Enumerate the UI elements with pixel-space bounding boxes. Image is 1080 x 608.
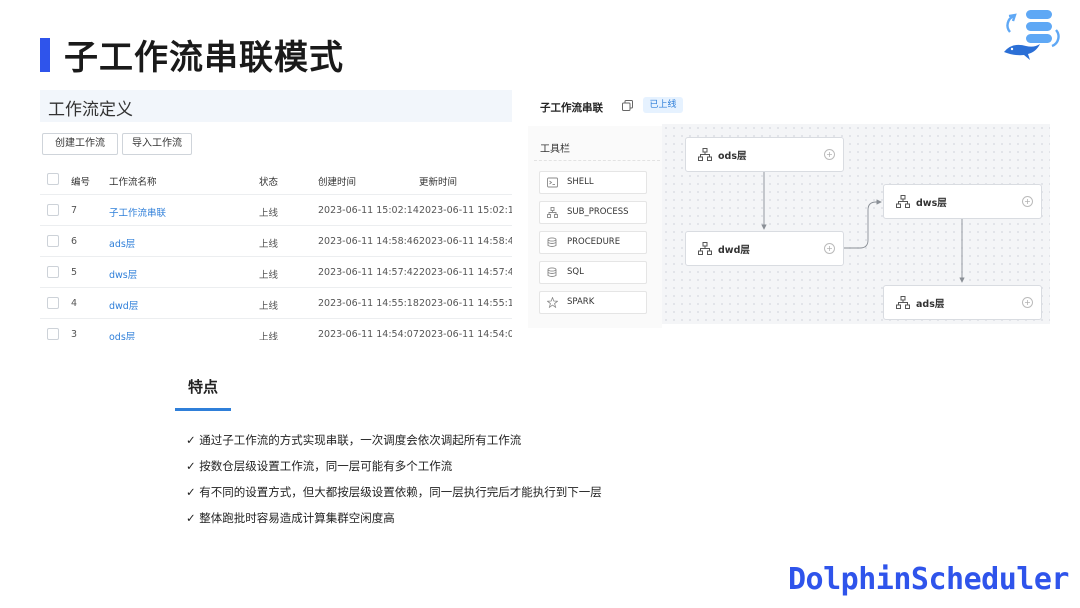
cell-create-time: 2023-06-11 14:54:07 xyxy=(318,329,419,340)
cell-create-time: 2023-06-11 14:58:46 xyxy=(318,236,419,247)
feature-item: ✓ 通过子工作流的方式实现串联，一次调度会依次调起所有工作流 xyxy=(186,433,522,447)
workflow-name-link[interactable]: ods层 xyxy=(109,329,135,340)
node-label: dws层 xyxy=(916,198,947,209)
col-header-create-time: 创建时间 xyxy=(318,177,357,188)
workflow-name-link[interactable]: dwd层 xyxy=(109,298,138,312)
import-workflow-button[interactable]: 导入工作流 xyxy=(122,133,192,155)
add-node-icon[interactable]: + xyxy=(1022,297,1033,308)
cell-id: 7 xyxy=(71,205,78,216)
cell-state: 上线 xyxy=(259,332,279,340)
col-header-update-time: 更新时间 xyxy=(419,177,458,188)
dag-node-ods[interactable]: ods层 + xyxy=(685,137,844,172)
cell-id: 5 xyxy=(71,267,78,278)
add-node-icon[interactable]: + xyxy=(824,149,835,160)
dag-title: 子工作流串联 xyxy=(540,102,603,114)
sub-process-icon xyxy=(698,148,712,161)
status-badge: 已上线 xyxy=(643,97,683,113)
workflow-name-link[interactable]: ads层 xyxy=(109,236,135,250)
toolbar-item-sub-process[interactable]: SUB_PROCESS xyxy=(539,201,647,224)
features-title-underline xyxy=(175,408,231,411)
add-node-icon[interactable]: + xyxy=(1022,196,1033,207)
node-label: dwd层 xyxy=(718,245,750,256)
feature-item: ✓ 整体跑批时容易造成计算集群空闲度高 xyxy=(186,511,395,525)
toolbar-item-label: SPARK xyxy=(567,297,595,307)
cell-state: 上线 xyxy=(259,270,279,281)
cell-create-time: 2023-06-11 14:57:42 xyxy=(318,267,419,278)
toolbar-item-label: PROCEDURE xyxy=(567,237,621,247)
workflow-panel-title: 工作流定义 xyxy=(48,100,133,120)
sub-process-icon xyxy=(896,195,910,208)
title-accent-bar xyxy=(40,38,50,72)
task-toolbar: 工具栏 SHELL SUB_PROCESS PROCEDURE SQL SPAR… xyxy=(528,126,662,328)
row-checkbox[interactable] xyxy=(47,297,59,309)
row-checkbox[interactable] xyxy=(47,204,59,216)
procedure-icon xyxy=(547,237,557,247)
create-workflow-button[interactable]: 创建工作流 xyxy=(42,133,118,155)
features-title: 特点 xyxy=(188,378,219,396)
dag-canvas[interactable]: ods层 + dwd层 + dws层 + ads层 + xyxy=(662,124,1050,324)
cell-id: 3 xyxy=(71,329,78,340)
sub-process-icon xyxy=(896,296,910,309)
database-icon xyxy=(547,267,557,277)
feature-item: ✓ 有不同的设置方式，但大都按层级设置依赖，同一层执行完后才能执行到下一层 xyxy=(186,485,602,499)
toolbar-item-label: SUB_PROCESS xyxy=(567,207,629,217)
dolphin-logo-icon xyxy=(1004,10,1060,60)
toolbar-item-shell[interactable]: SHELL xyxy=(539,171,647,194)
table-row: 4 dwd层 上线 2023-06-11 14:55:18 2023-06-11… xyxy=(40,287,512,319)
toolbar-item-sql[interactable]: SQL xyxy=(539,261,647,284)
toolbar-item-label: SQL xyxy=(567,267,584,277)
toolbar-divider xyxy=(534,160,660,161)
slide-title: 子工作流串联模式 xyxy=(64,38,344,78)
cell-update-time: 2023-06-11 14:57:42 xyxy=(419,267,512,278)
cell-state: 上线 xyxy=(259,301,279,312)
cell-id: 6 xyxy=(71,236,78,247)
toolbar-item-procedure[interactable]: PROCEDURE xyxy=(539,231,647,254)
workflow-panel-header: 工作流定义 xyxy=(40,90,512,122)
sub-workflow-dag-panel: 子工作流串联 已上线 工具栏 SHELL SUB_PROCESS PROCEDU… xyxy=(528,90,1050,328)
row-checkbox[interactable] xyxy=(47,266,59,278)
cell-update-time: 2023-06-11 14:58:46 xyxy=(419,236,512,247)
copy-icon[interactable] xyxy=(622,100,633,111)
node-label: ods层 xyxy=(718,151,747,162)
workflow-name-link[interactable]: dws层 xyxy=(109,267,137,281)
cell-state: 上线 xyxy=(259,208,279,219)
table-row: 3 ods层 上线 2023-06-11 14:54:07 2023-06-11… xyxy=(40,318,512,340)
node-label: ads层 xyxy=(916,299,945,310)
spark-star-icon xyxy=(547,297,558,308)
dag-node-ads[interactable]: ads层 + xyxy=(883,285,1042,320)
row-checkbox[interactable] xyxy=(47,235,59,247)
cell-update-time: 2023-06-11 14:55:18 xyxy=(419,298,512,309)
cell-update-time: 2023-06-11 15:02:14 xyxy=(419,205,512,216)
workflow-name-link[interactable]: 子工作流串联 xyxy=(109,205,166,219)
dag-node-dwd[interactable]: dwd层 + xyxy=(685,231,844,266)
sub-process-icon xyxy=(547,207,558,218)
dag-node-dws[interactable]: dws层 + xyxy=(883,184,1042,219)
toolbar-title: 工具栏 xyxy=(540,144,570,155)
sub-process-icon xyxy=(698,242,712,255)
row-checkbox[interactable] xyxy=(47,328,59,340)
cell-update-time: 2023-06-11 14:54:07 xyxy=(419,329,512,340)
col-header-id: 编号 xyxy=(71,177,91,188)
cell-state: 上线 xyxy=(259,239,279,250)
select-all-checkbox[interactable] xyxy=(47,173,59,185)
table-row: 5 dws层 上线 2023-06-11 14:57:42 2023-06-11… xyxy=(40,256,512,288)
cell-create-time: 2023-06-11 14:55:18 xyxy=(318,298,419,309)
toolbar-item-label: SHELL xyxy=(567,177,594,187)
col-header-name: 工作流名称 xyxy=(109,177,157,188)
col-header-state: 状态 xyxy=(259,177,279,188)
table-row: 7 子工作流串联 上线 2023-06-11 15:02:14 2023-06-… xyxy=(40,194,512,226)
table-header-row: 编号 工作流名称 状态 创建时间 更新时间 xyxy=(40,163,512,195)
table-row: 6 ads层 上线 2023-06-11 14:58:46 2023-06-11… xyxy=(40,225,512,257)
terminal-icon xyxy=(547,177,558,188)
add-node-icon[interactable]: + xyxy=(824,243,835,254)
brand-wordmark: DolphinScheduler xyxy=(788,562,1069,597)
feature-item: ✓ 按数仓层级设置工作流，同一层可能有多个工作流 xyxy=(186,459,453,473)
toolbar-item-spark[interactable]: SPARK xyxy=(539,291,647,314)
workflow-definition-panel: 工作流定义 创建工作流 导入工作流 编号 工作流名称 状态 创建时间 更新时间 … xyxy=(40,90,512,340)
cell-id: 4 xyxy=(71,298,78,309)
cell-create-time: 2023-06-11 15:02:14 xyxy=(318,205,419,216)
